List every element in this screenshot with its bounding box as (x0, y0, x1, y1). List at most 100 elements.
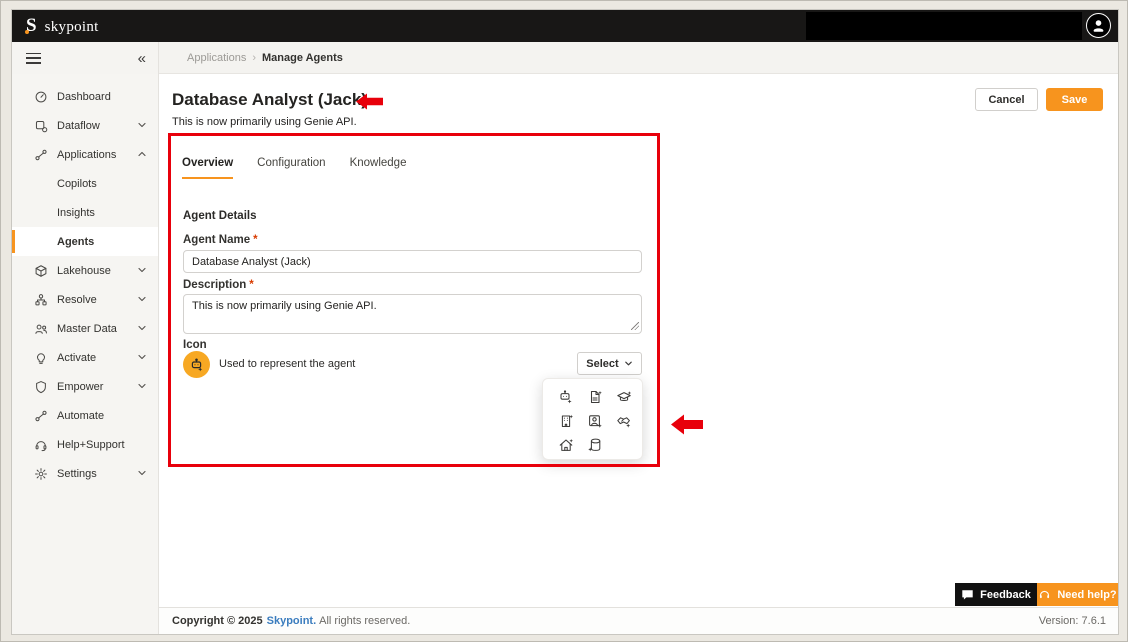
user-avatar[interactable] (1086, 13, 1111, 38)
sidebar-item-label: Empower (57, 380, 104, 393)
tab-configuration[interactable]: Configuration (257, 157, 325, 179)
dataflow-icon (34, 119, 48, 133)
rights-text: All rights reserved. (319, 615, 411, 627)
graduation-cap-sparkle-icon[interactable] (616, 389, 632, 405)
bot-sparkle-icon[interactable] (558, 389, 574, 405)
handshake-sparkle-icon[interactable] (616, 413, 632, 429)
sidebar-item-label: Agents (57, 235, 95, 248)
settings-icon (34, 467, 48, 481)
agent-icon-avatar (183, 351, 210, 378)
tab-bar: Overview Configuration Knowledge (182, 157, 406, 179)
automate-icon (34, 409, 48, 423)
copyright: Copyright © 2025 Skypoint. All rights rese… (172, 615, 410, 627)
person-icon (1093, 20, 1104, 32)
sidebar-item-activate[interactable]: Activate (12, 343, 158, 372)
agent-name-input[interactable] (183, 250, 642, 273)
sidebar-item-settings[interactable]: Settings (12, 459, 158, 488)
chevron-down-icon (137, 120, 147, 130)
agent-name-label-text: Agent Name (183, 234, 251, 246)
screenshot-frame: S skypoint « Applications › Manage Agent… (0, 0, 1128, 642)
skypoint-link[interactable]: Skypoint. (267, 615, 317, 627)
version-label: Version: 7.6.1 (1038, 615, 1106, 627)
chevron-down-icon (137, 381, 147, 391)
agent-name-label: Agent Name * (183, 234, 258, 246)
sidebar-item-dataflow[interactable]: Dataflow (12, 111, 158, 140)
building-sparkle-icon[interactable] (558, 413, 574, 429)
document-sparkle-icon[interactable] (587, 389, 603, 405)
headset-icon (1040, 590, 1050, 599)
sidebar-item-label: Lakehouse (57, 264, 111, 277)
chevron-down-icon (137, 265, 147, 275)
sidebar-item-empower[interactable]: Empower (12, 372, 158, 401)
empower-icon (34, 380, 48, 394)
need-help-button[interactable]: Need help? (1037, 583, 1118, 606)
frame-person-sparkle-icon[interactable] (587, 413, 603, 429)
sidebar-item-label: Resolve (57, 293, 97, 306)
sidebar-item-automate[interactable]: Automate (12, 401, 158, 430)
lakehouse-icon (34, 264, 48, 278)
collapse-sidebar-icon[interactable]: « (138, 51, 146, 66)
skypoint-logo[interactable]: S skypoint (25, 15, 99, 37)
master-data-icon (34, 322, 48, 336)
bot-sparkle-icon (191, 357, 202, 371)
feedback-button[interactable]: Feedback (955, 583, 1037, 606)
copyright-text: Copyright © 2025 (172, 615, 263, 627)
icon-help-text: Used to represent the agent (219, 358, 356, 370)
icon-label: Icon (183, 339, 207, 351)
sidebar-item-dashboard[interactable]: Dashboard (12, 82, 158, 111)
sidebar-item-master-data[interactable]: Master Data (12, 314, 158, 343)
sidebar-item-applications[interactable]: Applications (12, 140, 158, 169)
main-content: Database Analyst (Jack) Cancel Save This… (159, 74, 1118, 607)
resolve-icon (34, 293, 48, 307)
sidebar-item-insights[interactable]: Insights (12, 198, 158, 227)
top-bar: S skypoint (12, 10, 1118, 42)
breadcrumb-current: Manage Agents (262, 51, 343, 64)
footer: Copyright © 2025 Skypoint. All rights rese… (159, 607, 1118, 634)
activate-icon (34, 351, 48, 365)
save-button[interactable]: Save (1046, 88, 1103, 111)
help-buttons: Feedback Need help? (955, 583, 1118, 606)
select-button-label: Select (586, 357, 619, 370)
sidebar-item-label: Help+Support (57, 438, 125, 451)
cancel-button[interactable]: Cancel (975, 88, 1038, 111)
sidebar-item-help-support[interactable]: Help+Support (12, 430, 158, 459)
sidebar-item-resolve[interactable]: Resolve (12, 285, 158, 314)
menu-icon[interactable] (26, 52, 41, 64)
sidebar: Dashboard Dataflow Applications Copilots… (12, 74, 159, 634)
page-subtitle: This is now primarily using Genie API. (172, 116, 357, 128)
breadcrumb: Applications › Manage Agents (159, 42, 1118, 74)
applications-icon (34, 148, 48, 162)
description-label: Description * (183, 279, 254, 291)
sidebar-item-lakehouse[interactable]: Lakehouse (12, 256, 158, 285)
logo-wordmark: skypoint (44, 19, 99, 35)
database-sparkle-icon[interactable] (587, 437, 603, 453)
sidebar-item-label: Automate (57, 409, 105, 422)
icon-picker-popup (542, 378, 643, 460)
icon-select-button[interactable]: Select (577, 352, 642, 375)
tab-overview[interactable]: Overview (182, 157, 234, 179)
breadcrumb-parent[interactable]: Applications (187, 52, 246, 64)
sidebar-item-label: Insights (57, 206, 95, 219)
required-asterisk: * (249, 279, 254, 291)
required-asterisk: * (253, 234, 258, 246)
description-field-wrap (183, 294, 642, 334)
annotation-arrow-popup (671, 414, 703, 435)
chevron-down-icon (137, 294, 147, 304)
home-sparkle-icon[interactable] (558, 437, 574, 453)
sidebar-item-label: Master Data (57, 322, 117, 335)
sidebar-item-copilots[interactable]: Copilots (12, 169, 158, 198)
chevron-up-icon (137, 149, 147, 159)
section-title-agent-details: Agent Details (183, 210, 257, 222)
sidebar-item-label: Activate (57, 351, 97, 364)
sidebar-item-label: Dashboard (57, 90, 111, 103)
tab-knowledge[interactable]: Knowledge (350, 157, 407, 179)
dashboard-icon (34, 90, 48, 104)
feedback-label: Feedback (980, 588, 1031, 601)
chevron-down-icon (137, 352, 147, 362)
description-textarea[interactable] (183, 294, 642, 334)
sidebar-item-label: Dataflow (57, 119, 100, 132)
app-window: S skypoint « Applications › Manage Agent… (11, 9, 1119, 635)
masked-region (806, 12, 1082, 40)
sidebar-item-label: Settings (57, 467, 97, 480)
sidebar-item-agents[interactable]: Agents (12, 227, 158, 256)
